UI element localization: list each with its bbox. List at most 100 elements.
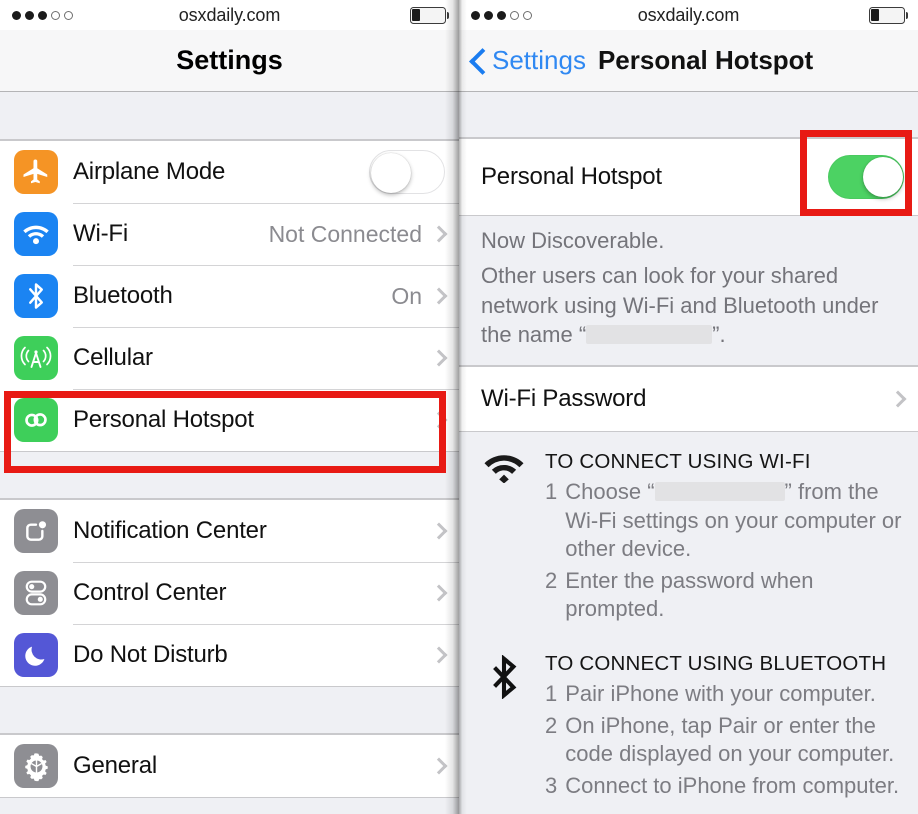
sidebar-item-airplane-mode[interactable]: Airplane Mode — [0, 141, 459, 203]
dual-screenshot-container: osxdaily.com Settings Airplane Mode Wi-F… — [0, 0, 918, 814]
step-number: 2 — [545, 567, 558, 593]
right-phone-screen: osxdaily.com Settings Personal Hotspot P… — [459, 0, 918, 814]
battery-icon — [409, 6, 449, 24]
section-gap — [459, 93, 918, 138]
step-text: Choose “” from the Wi-Fi settings on you… — [565, 479, 902, 562]
notification-center-icon — [14, 509, 58, 553]
section-gap — [0, 452, 459, 499]
page-title: Settings — [176, 45, 283, 75]
chevron-right-icon — [889, 390, 907, 408]
back-button-label: Settings — [492, 45, 586, 75]
back-button[interactable]: Settings — [471, 45, 586, 76]
control-center-icon — [14, 571, 58, 615]
cellular-icon — [14, 336, 58, 380]
step-number: 1 — [545, 479, 558, 504]
carrier-label: osxdaily.com — [637, 4, 740, 25]
howto-wifi-body: TO CONNECT USING WI-FI 1 Choose “” from … — [545, 450, 904, 624]
chevron-right-icon — [430, 646, 448, 664]
settings-group-connectivity: Airplane Mode Wi-Fi Not Connected Blueto… — [0, 140, 459, 452]
howto-wifi-title: TO CONNECT USING WI-FI — [545, 450, 811, 473]
sidebar-item-label: Notification Center — [73, 517, 267, 544]
howto-bluetooth-title: TO CONNECT USING BLUETOOTH — [545, 651, 887, 675]
hotspot-description: Now Discoverable. Other users can look f… — [459, 216, 918, 366]
sidebar-item-notification-center[interactable]: Notification Center — [0, 500, 459, 562]
step-number: 3 — [545, 772, 558, 798]
bluetooth-icon — [14, 274, 58, 318]
howto-bluetooth-body: TO CONNECT USING BLUETOOTH 1 Pair iPhone… — [545, 652, 904, 800]
hotspot-description-text: Other users can look for your shared net… — [481, 263, 879, 347]
chevron-right-icon — [430, 584, 448, 602]
personal-hotspot-row[interactable]: Personal Hotspot — [459, 139, 918, 215]
gear-icon — [14, 744, 58, 788]
howto-step: 1 Choose “” from the Wi-Fi settings on y… — [545, 478, 904, 564]
step-text: Enter the password when prompted. — [565, 567, 814, 622]
wifi-password-label: Wi-Fi Password — [481, 385, 647, 412]
howto-usb-section: TO CONNECT USING USB — [459, 806, 918, 814]
howto-step: 2 On iPhone, tap Pair or enter the code … — [545, 712, 904, 769]
hotspot-toggle-group: Personal Hotspot — [459, 138, 918, 216]
hotspot-scroll-area[interactable]: Personal Hotspot Now Discoverable. Other… — [459, 93, 918, 814]
sidebar-item-cellular[interactable]: Cellular — [0, 327, 459, 389]
sidebar-item-label: Do Not Disturb — [73, 641, 228, 668]
discoverable-status: Now Discoverable. — [481, 228, 665, 253]
sidebar-item-personal-hotspot[interactable]: Personal Hotspot — [0, 389, 459, 451]
sidebar-item-label: Control Center — [73, 579, 227, 606]
bluetooth-status-value: On — [391, 282, 422, 309]
howto-wifi-section: TO CONNECT USING WI-FI 1 Choose “” from … — [459, 432, 918, 630]
wifi-password-group: Wi-Fi Password — [459, 366, 918, 432]
bluetooth-icon — [481, 652, 527, 800]
personal-hotspot-toggle[interactable] — [828, 155, 904, 199]
section-gap — [0, 687, 459, 734]
wifi-status-value: Not Connected — [268, 220, 422, 247]
personal-hotspot-label: Personal Hotspot — [481, 163, 662, 190]
chevron-left-icon — [471, 48, 486, 74]
sidebar-item-label: Personal Hotspot — [73, 406, 254, 433]
page-title: Personal Hotspot — [597, 45, 814, 75]
howto-step: 1 Pair iPhone with your computer. — [545, 680, 904, 709]
sidebar-item-label: Cellular — [73, 344, 153, 371]
settings-scroll-area[interactable]: Airplane Mode Wi-Fi Not Connected Blueto… — [0, 93, 459, 814]
section-gap — [0, 93, 459, 140]
chevron-right-icon — [430, 225, 448, 243]
howto-step: 2 Enter the password when prompted. — [545, 567, 904, 624]
sidebar-item-control-center[interactable]: Control Center — [0, 562, 459, 624]
do-not-disturb-icon — [14, 633, 58, 677]
sidebar-item-do-not-disturb[interactable]: Do Not Disturb — [0, 624, 459, 686]
chevron-right-icon — [430, 411, 448, 429]
redacted-device-name — [586, 324, 713, 344]
wifi-icon — [14, 212, 58, 256]
personal-hotspot-icon — [14, 398, 58, 442]
left-phone-screen: osxdaily.com Settings Airplane Mode Wi-F… — [0, 0, 459, 814]
step-number: 1 — [545, 680, 558, 706]
sidebar-item-label: Airplane Mode — [73, 158, 226, 185]
sidebar-item-wifi[interactable]: Wi-Fi Not Connected — [0, 203, 459, 265]
howto-bluetooth-section: TO CONNECT USING BLUETOOTH 1 Pair iPhone… — [459, 629, 918, 807]
sidebar-item-label: General — [73, 752, 157, 779]
status-bar: osxdaily.com — [459, 0, 918, 30]
howto-step: 3 Connect to iPhone from computer. — [545, 772, 904, 801]
step-text: Connect to iPhone from computer. — [565, 772, 900, 798]
sidebar-item-label: Bluetooth — [73, 282, 173, 309]
sidebar-item-general[interactable]: General — [0, 735, 459, 797]
chevron-right-icon — [430, 757, 448, 775]
battery-icon — [868, 6, 908, 24]
nav-bar: Settings — [0, 30, 459, 92]
sidebar-item-bluetooth[interactable]: Bluetooth On — [0, 265, 459, 327]
carrier-label: osxdaily.com — [178, 4, 281, 25]
chevron-right-icon — [430, 287, 448, 305]
step-number: 2 — [545, 712, 558, 738]
nav-bar: Settings Personal Hotspot — [459, 30, 918, 92]
redacted-network-name — [654, 482, 785, 501]
settings-group-notifications: Notification Center Control Center Do No… — [0, 499, 459, 687]
airplane-mode-toggle[interactable] — [369, 150, 445, 194]
chevron-right-icon — [430, 349, 448, 367]
wifi-password-row[interactable]: Wi-Fi Password — [459, 367, 918, 431]
settings-group-general: General — [0, 734, 459, 798]
wifi-icon — [481, 450, 527, 624]
step-text: On iPhone, tap Pair or enter the code di… — [565, 712, 895, 767]
chevron-right-icon — [430, 522, 448, 540]
status-bar: osxdaily.com — [0, 0, 459, 30]
airplane-icon — [14, 150, 58, 194]
step-text: Pair iPhone with your computer. — [565, 680, 876, 706]
sidebar-item-label: Wi-Fi — [73, 220, 128, 247]
